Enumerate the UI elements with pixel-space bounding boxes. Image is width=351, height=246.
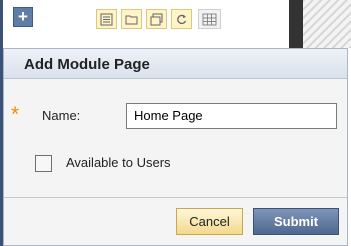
refresh-icon <box>177 14 187 24</box>
cancel-button[interactable]: Cancel <box>176 208 243 235</box>
available-to-users-label: Available to Users <box>66 155 171 170</box>
name-label: Name: <box>42 108 81 123</box>
list-tool-button[interactable] <box>96 9 117 29</box>
folder-icon <box>125 15 138 24</box>
button-separator <box>4 197 347 198</box>
name-input[interactable]: Home Page <box>126 103 337 129</box>
toolbar: + <box>3 0 351 48</box>
submit-button[interactable]: Submit <box>253 208 339 235</box>
dialog-title: Add Module Page <box>24 56 150 73</box>
list-icon <box>100 13 113 25</box>
required-star-icon: * <box>11 103 20 126</box>
window-icon <box>150 13 163 25</box>
grid-icon <box>202 13 217 25</box>
window-tool-button[interactable] <box>146 9 167 29</box>
grid-tool-button[interactable] <box>198 9 221 29</box>
dialog-title-bar: Add Module Page <box>4 49 347 79</box>
available-to-users-checkbox[interactable] <box>35 155 52 172</box>
refresh-tool-button[interactable] <box>171 9 192 29</box>
add-button[interactable]: + <box>13 7 33 27</box>
add-module-page-dialog: Add Module Page * Name: Home Page Availa… <box>3 48 348 246</box>
toolbar-hatch-area <box>303 0 351 48</box>
toolbar-divider <box>289 0 303 48</box>
folder-tool-button[interactable] <box>121 9 142 29</box>
